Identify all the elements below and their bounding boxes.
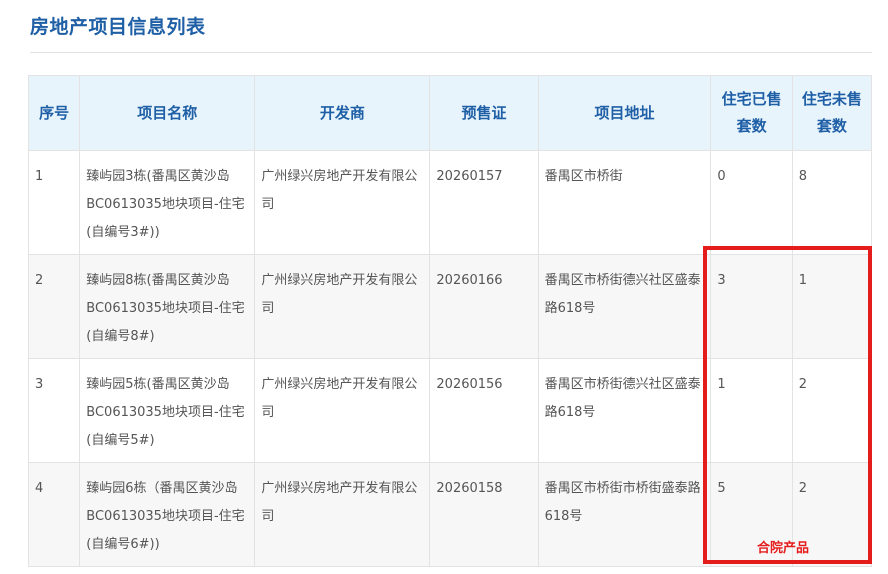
cell-no: 1	[27, 150, 81, 255]
table-row: 1 臻屿园3栋(番禺区黄沙岛BC0613035地块项目-住宅(自编号3#)) 广…	[27, 150, 873, 255]
column-header-address: 项目地址	[537, 75, 712, 151]
cell-address: 番禺区市桥街市桥街盛泰路618号	[537, 462, 712, 567]
cell-name: 臻屿园6栋（番禺区黄沙岛BC0613035地块项目-住宅(自编号6#))	[79, 462, 256, 567]
cell-permit: 20260157	[429, 150, 539, 255]
cell-developer: 广州绿兴房地产开发有限公司	[254, 462, 431, 567]
cell-permit: 20260158	[429, 462, 539, 567]
column-header-unsold: 住宅未售套数	[791, 75, 873, 151]
annotation-note: 合院产品	[757, 541, 810, 556]
cell-address: 番禺区市桥街德兴社区盛泰路618号	[537, 358, 712, 463]
column-header-sold: 住宅已售套数	[710, 75, 793, 151]
cell-developer: 广州绿兴房地产开发有限公司	[254, 254, 431, 359]
cell-name: 臻屿园8栋(番禺区黄沙岛BC0613035地块项目-住宅(自编号8#)	[79, 254, 256, 359]
cell-no: 3	[27, 358, 81, 463]
table-header-row: 序号 项目名称 开发商 预售证 项目地址 住宅已售套数 住宅未售套数	[27, 75, 873, 151]
page-title: 房地产项目信息列表	[30, 16, 206, 38]
title-divider	[30, 52, 872, 53]
cell-address: 番禺区市桥街	[537, 150, 712, 255]
highlight-annotation-box	[703, 246, 872, 564]
cell-permit: 20260156	[429, 358, 539, 463]
cell-developer: 广州绿兴房地产开发有限公司	[254, 150, 431, 255]
column-header-no: 序号	[27, 75, 81, 151]
cell-unsold: 8	[791, 150, 873, 255]
cell-name: 臻屿园5栋(番禺区黄沙岛BC0613035地块项目-住宅(自编号5#)	[79, 358, 256, 463]
cell-sold: 0	[710, 150, 793, 255]
column-header-permit: 预售证	[429, 75, 539, 151]
cell-no: 2	[27, 254, 81, 359]
cell-permit: 20260166	[429, 254, 539, 359]
column-header-developer: 开发商	[254, 75, 431, 151]
cell-name: 臻屿园3栋(番禺区黄沙岛BC0613035地块项目-住宅(自编号3#))	[79, 150, 256, 255]
cell-no: 4	[27, 462, 81, 567]
column-header-name: 项目名称	[79, 75, 256, 151]
cell-address: 番禺区市桥街德兴社区盛泰路618号	[537, 254, 712, 359]
cell-developer: 广州绿兴房地产开发有限公司	[254, 358, 431, 463]
